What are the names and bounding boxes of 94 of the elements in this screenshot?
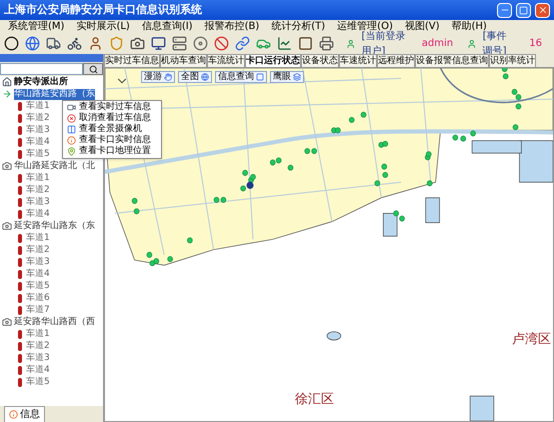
close-icon	[66, 114, 76, 123]
tree-item[interactable]: 车道7	[26, 306, 50, 314]
tab[interactable]: 实时过车信息	[104, 54, 160, 67]
tree-item[interactable]: 车道3	[26, 126, 50, 134]
monitor-icon[interactable]	[151, 35, 166, 52]
camera-icon	[2, 161, 12, 171]
tree-item[interactable]: 车道4	[26, 210, 50, 218]
layers-icon	[293, 73, 301, 81]
tree-item[interactable]: 车道1	[26, 234, 50, 242]
menu-item[interactable]: 运维管理(O)	[337, 22, 393, 32]
tree-item[interactable]: 车道1	[26, 174, 50, 182]
globe-icon	[201, 73, 209, 81]
district-label: 徐汇区	[295, 390, 334, 408]
server-icon[interactable]	[172, 35, 187, 52]
tree-item[interactable]: 车道3	[26, 354, 50, 362]
tab[interactable]: 设备状态	[301, 54, 339, 67]
tab[interactable]: 机动车查询	[160, 54, 207, 67]
menu-item[interactable]: 信息查询(I)	[142, 22, 193, 32]
bicycle-icon[interactable]	[67, 35, 82, 52]
close-button[interactable]	[535, 2, 550, 18]
person-icon[interactable]	[88, 35, 103, 52]
district-label: 卢湾区	[512, 330, 551, 348]
menu-item[interactable]: 帮助(H)	[452, 22, 487, 32]
house-icon	[2, 77, 12, 87]
tree-item[interactable]: 车道2	[26, 246, 50, 254]
globe-icon[interactable]	[25, 35, 40, 52]
panel-icon[interactable]	[298, 35, 313, 52]
tab[interactable]: 车速统计	[339, 54, 377, 67]
tree-item[interactable]: 车道5	[26, 150, 50, 158]
no-entry-icon[interactable]	[214, 35, 229, 52]
menu-item[interactable]: 视图(V)	[404, 22, 440, 32]
tree-item[interactable]: 车道2	[26, 114, 50, 122]
user-name: admin	[422, 37, 454, 51]
tree-item[interactable]: 车道5	[26, 378, 50, 386]
close-icon	[538, 5, 548, 15]
tree-item[interactable]: 延安路华山路西（西	[14, 316, 95, 328]
tree-item[interactable]: 车道4	[26, 270, 50, 278]
tree-item[interactable]: 华山路延安路北（北	[14, 160, 95, 172]
search-field[interactable]	[0, 63, 83, 75]
menu-item[interactable]: 取消查看过车信息	[79, 114, 151, 123]
tree-item[interactable]: 车道4	[26, 138, 50, 146]
link-icon[interactable]	[235, 35, 250, 52]
chart-icon[interactable]	[277, 35, 292, 52]
tree-item[interactable]: 车道2	[26, 342, 50, 350]
tree-item[interactable]: 车道1	[26, 102, 50, 110]
maximize-button[interactable]	[516, 2, 531, 18]
menu-item[interactable]: 查看实时过车信息	[79, 103, 151, 112]
tree-item[interactable]: 车道3	[26, 198, 50, 206]
tree-item[interactable]: 车道5	[26, 282, 50, 290]
search-button[interactable]	[83, 63, 103, 75]
minimize-button[interactable]	[497, 2, 512, 18]
camera-icon	[2, 221, 12, 231]
maximize-icon	[519, 6, 528, 14]
tab[interactable]: 远程维护	[377, 54, 415, 67]
event-count: 16	[529, 37, 542, 51]
menu-item[interactable]: 查看卡口地理位置	[79, 147, 151, 156]
map-tool-button[interactable]: 鹰眼	[270, 71, 304, 83]
tab[interactable]: 车流统计	[207, 54, 245, 67]
search-icon	[88, 64, 98, 74]
menu-item[interactable]: 报警布控(B)	[204, 22, 260, 32]
tab[interactable]: 卡口运行状态	[245, 54, 301, 67]
tree-item[interactable]: 车道3	[26, 258, 50, 266]
bottom-tab[interactable]: 信息	[4, 406, 45, 422]
tree-item[interactable]: 车道1	[26, 330, 50, 338]
camera-icon[interactable]	[130, 35, 145, 52]
panels-icon	[66, 125, 76, 134]
camera-icon	[66, 103, 76, 112]
disc-icon[interactable]	[193, 35, 208, 52]
arrow-icon	[2, 89, 12, 99]
tree-item[interactable]: 车道4	[26, 366, 50, 374]
menu-item[interactable]: 实时展示(L)	[76, 22, 130, 32]
printer-icon[interactable]	[319, 35, 334, 52]
menu-item[interactable]: 查看卡口实时信息	[79, 136, 151, 145]
menu-item[interactable]: 查看全景摄像机	[79, 125, 142, 134]
camera-icon	[2, 317, 12, 327]
tree-item[interactable]: 华山路延安西路（东	[14, 88, 95, 100]
hand-icon	[164, 73, 172, 81]
info-icon	[66, 136, 76, 145]
tree-item[interactable]: 车道6	[26, 294, 50, 302]
window-icon	[256, 73, 264, 81]
tree-item[interactable]: 延安路华山路东（东	[14, 220, 95, 232]
window-title: 上海市公安局静安分局卡口信息识别系统	[4, 2, 203, 18]
tab[interactable]: 识别率统计	[489, 54, 536, 67]
map-pin-icon	[66, 147, 76, 156]
info-icon	[9, 410, 18, 418]
menu-item[interactable]: 统计分析(T)	[271, 22, 326, 32]
map-tool-button[interactable]: 信息查询	[215, 71, 267, 83]
tab[interactable]: 设备报警信息查询	[415, 54, 489, 67]
map-tool-button[interactable]: 漫游	[141, 71, 175, 83]
truck-icon[interactable]	[46, 35, 61, 52]
tree-item[interactable]: 静安寺派出所	[14, 78, 68, 86]
map-tool-button[interactable]: 全图	[178, 71, 212, 83]
tree-item[interactable]: 车道2	[26, 186, 50, 194]
menu-item[interactable]: 系统管理(M)	[8, 22, 64, 32]
